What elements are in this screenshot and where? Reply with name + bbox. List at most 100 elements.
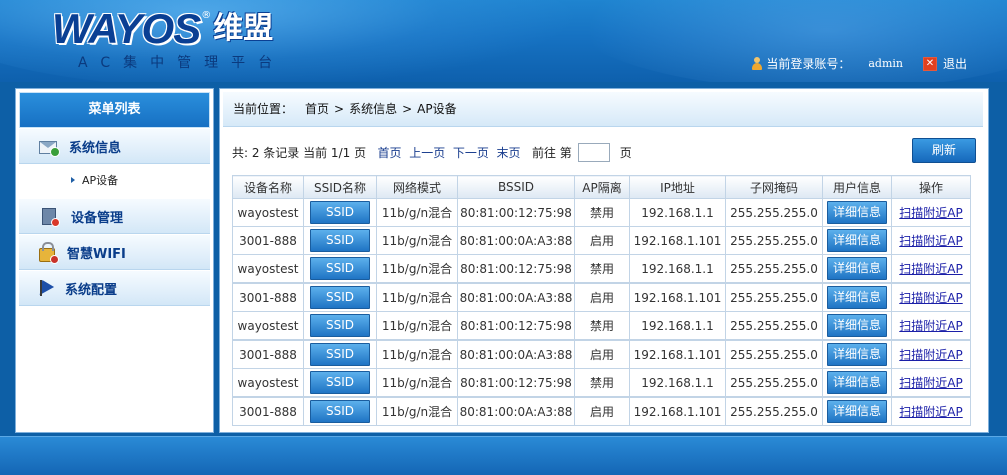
ssid-button[interactable]: SSID: [310, 371, 370, 394]
breadcrumb-system-info[interactable]: 系统信息: [349, 102, 397, 116]
detail-button[interactable]: 详细信息: [827, 286, 887, 309]
table-row: 3001-888 SSID 11b/g/n混合 80:81:00:0A:A3:88 启用…: [232, 282, 971, 312]
cell-action: 扫描附近AP: [891, 254, 971, 284]
cell-ssid: SSID: [303, 368, 377, 398]
cell-ap-isolation: 禁用: [574, 254, 630, 284]
sidebar-item-label: 系统配置: [65, 282, 118, 298]
mail-icon: [39, 141, 60, 157]
cell-bssid: 80:81:00:12:75:98: [457, 311, 575, 341]
goto-suffix: 页: [619, 146, 632, 160]
col-header-user-info: 用户信息: [822, 175, 892, 199]
cell-bssid: 80:81:00:12:75:98: [457, 368, 575, 398]
ssid-button[interactable]: SSID: [310, 257, 370, 280]
cell-subnet-mask: 255.255.255.0: [725, 368, 823, 398]
cell-ssid: SSID: [303, 226, 377, 255]
sidebar-item-smart-wifi[interactable]: 智慧WIFI: [19, 234, 210, 270]
cell-user-info: 详细信息: [822, 282, 892, 312]
ssid-button[interactable]: SSID: [310, 201, 370, 224]
scan-nearby-ap-link[interactable]: 扫描附近AP: [899, 405, 962, 419]
sidebar-subitem-ap-device[interactable]: AP设备: [19, 164, 210, 198]
cell-ip: 192.168.1.1: [629, 198, 726, 227]
cell-subnet-mask: 255.255.255.0: [725, 226, 823, 255]
sidebar-item-label: 智慧WIFI: [67, 246, 126, 262]
lock-icon: [39, 242, 59, 264]
cell-ap-isolation: 启用: [574, 396, 630, 426]
cell-network-mode: 11b/g/n混合: [376, 226, 458, 255]
detail-button[interactable]: 详细信息: [827, 314, 887, 337]
sidebar: 菜单列表 系统信息 AP设备 设备管理 智慧WIFI 系统配置: [15, 88, 214, 433]
cell-device-name: wayostest: [232, 368, 304, 398]
ssid-button[interactable]: SSID: [310, 314, 370, 337]
detail-button[interactable]: 详细信息: [827, 229, 887, 252]
cell-action: 扫描附近AP: [891, 396, 971, 426]
footer-bar: [0, 436, 1007, 475]
cell-user-info: 详细信息: [822, 339, 892, 369]
cell-ap-isolation: 禁用: [574, 368, 630, 398]
table-row: 3001-888 SSID 11b/g/n混合 80:81:00:0A:A3:88 启用…: [232, 396, 971, 426]
logout-link[interactable]: 退出: [943, 55, 967, 72]
col-header-network-mode: 网络模式: [376, 175, 458, 199]
cell-bssid: 80:81:00:0A:A3:88: [457, 282, 575, 312]
breadcrumb-home[interactable]: 首页: [305, 102, 329, 116]
cell-ip: 192.168.1.101: [629, 396, 726, 426]
cell-user-info: 详细信息: [822, 198, 892, 227]
cell-ssid: SSID: [303, 198, 377, 227]
cell-device-name: wayostest: [232, 254, 304, 284]
ssid-button[interactable]: SSID: [310, 229, 370, 252]
cell-network-mode: 11b/g/n混合: [376, 254, 458, 284]
scan-nearby-ap-link[interactable]: 扫描附近AP: [899, 376, 962, 390]
refresh-button[interactable]: 刷新: [912, 138, 976, 163]
cell-ip: 192.168.1.1: [629, 368, 726, 398]
sidebar-item-device-management[interactable]: 设备管理: [19, 198, 210, 234]
goto-page-input[interactable]: [577, 143, 610, 162]
table-row: wayostest SSID 11b/g/n混合 80:81:00:12:75:98 禁…: [232, 311, 971, 341]
scan-nearby-ap-link[interactable]: 扫描附近AP: [899, 291, 962, 305]
goto-prefix: 前往 第: [531, 146, 572, 160]
cell-device-name: 3001-888: [232, 282, 304, 312]
cell-user-info: 详细信息: [822, 226, 892, 255]
logo-wordmark: WAYOS: [52, 5, 201, 52]
cell-subnet-mask: 255.255.255.0: [725, 339, 823, 369]
cell-network-mode: 11b/g/n混合: [376, 368, 458, 398]
detail-button[interactable]: 详细信息: [827, 201, 887, 224]
cell-ap-isolation: 启用: [574, 282, 630, 312]
flag-icon: [39, 280, 53, 296]
logo: WAYOS ® 维盟: [52, 6, 273, 54]
logout-icon[interactable]: ✕: [922, 56, 937, 71]
sidebar-subitem-label: AP设备: [82, 174, 119, 187]
breadcrumb: 当前位置： 首页 > 系统信息 > AP设备: [223, 92, 983, 127]
col-header-device-name: 设备名称: [232, 175, 304, 199]
detail-button[interactable]: 详细信息: [827, 257, 887, 280]
breadcrumb-separator: >: [334, 102, 345, 116]
table-row: 3001-888 SSID 11b/g/n混合 80:81:00:0A:A3:88 启用…: [232, 339, 971, 369]
cell-action: 扫描附近AP: [891, 368, 971, 398]
prev-page-link[interactable]: 上一页: [409, 144, 445, 161]
col-header-ssid: SSID名称: [303, 175, 377, 199]
cell-device-name: wayostest: [232, 311, 304, 341]
cell-network-mode: 11b/g/n混合: [376, 198, 458, 227]
detail-button[interactable]: 详细信息: [827, 371, 887, 394]
cell-ap-isolation: 禁用: [574, 198, 630, 227]
scan-nearby-ap-link[interactable]: 扫描附近AP: [899, 348, 962, 362]
ssid-button[interactable]: SSID: [310, 400, 370, 423]
detail-button[interactable]: 详细信息: [827, 343, 887, 366]
sidebar-item-system-config[interactable]: 系统配置: [19, 270, 210, 306]
next-page-link[interactable]: 下一页: [453, 144, 489, 161]
ssid-button[interactable]: SSID: [310, 286, 370, 309]
scan-nearby-ap-link[interactable]: 扫描附近AP: [899, 234, 962, 248]
cell-ip: 192.168.1.101: [629, 339, 726, 369]
cell-ssid: SSID: [303, 282, 377, 312]
col-header-action: 操作: [891, 175, 971, 199]
first-page-link[interactable]: 首页: [378, 144, 402, 161]
scan-nearby-ap-link[interactable]: 扫描附近AP: [899, 206, 962, 220]
last-page-link[interactable]: 末页: [497, 144, 521, 161]
sidebar-item-system-info[interactable]: 系统信息: [19, 128, 210, 164]
scan-nearby-ap-link[interactable]: 扫描附近AP: [899, 319, 962, 333]
col-header-ip: IP地址: [629, 175, 726, 199]
scan-nearby-ap-link[interactable]: 扫描附近AP: [899, 262, 962, 276]
col-header-ap-isolation: AP隔离: [574, 175, 630, 199]
cell-network-mode: 11b/g/n混合: [376, 396, 458, 426]
detail-button[interactable]: 详细信息: [827, 400, 887, 423]
table-row: wayostest SSID 11b/g/n混合 80:81:00:12:75:98 禁…: [232, 254, 971, 284]
ssid-button[interactable]: SSID: [310, 343, 370, 366]
